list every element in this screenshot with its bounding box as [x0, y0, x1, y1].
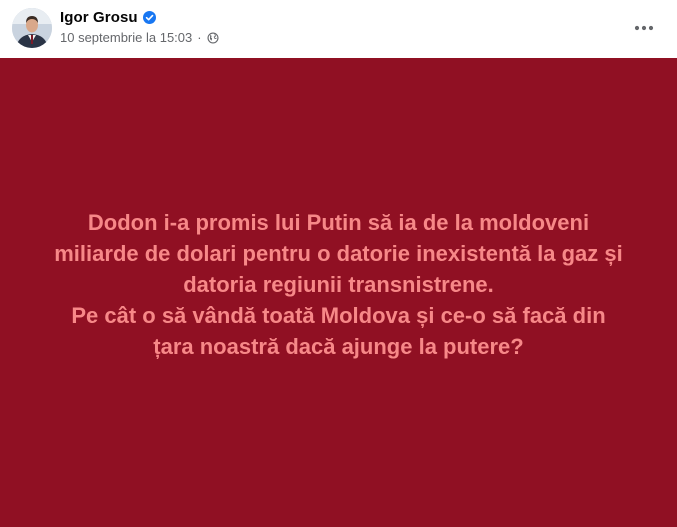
more-options-button[interactable]: [629, 13, 659, 43]
post-meta: 10 septembrie la 15:03 ·: [60, 30, 219, 45]
globe-icon[interactable]: [207, 31, 219, 44]
post-background: Dodon i-a promis lui Putin să ia de la m…: [0, 58, 677, 527]
verified-badge-icon: [142, 11, 156, 24]
post-header: Igor Grosu 10 septembrie la 15:03 ·: [0, 0, 677, 58]
avatar[interactable]: [12, 8, 52, 48]
profile-photo: [12, 8, 52, 48]
facebook-post: Igor Grosu 10 septembrie la 15:03 · Dodo…: [0, 0, 677, 527]
message-line: Pe cât o să vândă toată Moldova și ce-o …: [71, 303, 606, 328]
message-line: Dodon i-a promis lui Putin să ia de la m…: [87, 210, 590, 235]
author-name[interactable]: Igor Grosu: [60, 9, 138, 26]
message-line: țara noastră dacă ajunge la putere?: [153, 334, 524, 359]
more-horizontal-icon: [634, 25, 654, 31]
message-line: datoria regiunii transnistrene.: [183, 272, 494, 297]
post-timestamp[interactable]: 10 septembrie la 15:03: [60, 30, 192, 45]
meta-separator: ·: [197, 30, 202, 45]
author-line: Igor Grosu: [60, 9, 156, 26]
message-line: miliarde de dolari pentru o datorie inex…: [54, 241, 623, 266]
post-message: Dodon i-a promis lui Putin să ia de la m…: [29, 207, 649, 362]
